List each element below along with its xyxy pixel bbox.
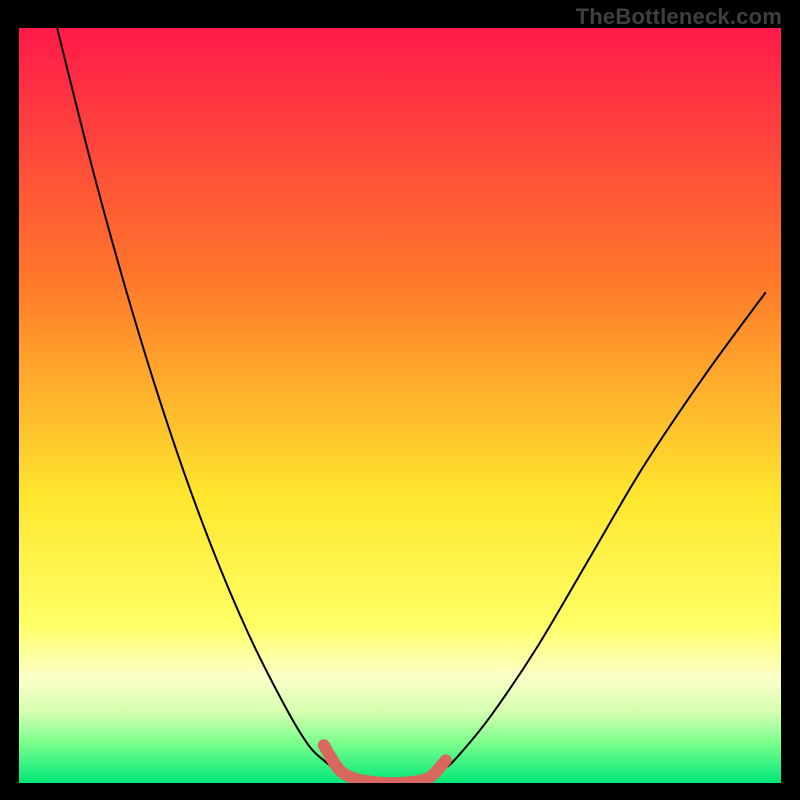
watermark-text: TheBottleneck.com xyxy=(576,4,782,30)
chart-frame: TheBottleneck.com xyxy=(0,0,800,800)
gradient-background xyxy=(19,28,781,783)
bottleneck-chart-svg xyxy=(0,0,800,800)
